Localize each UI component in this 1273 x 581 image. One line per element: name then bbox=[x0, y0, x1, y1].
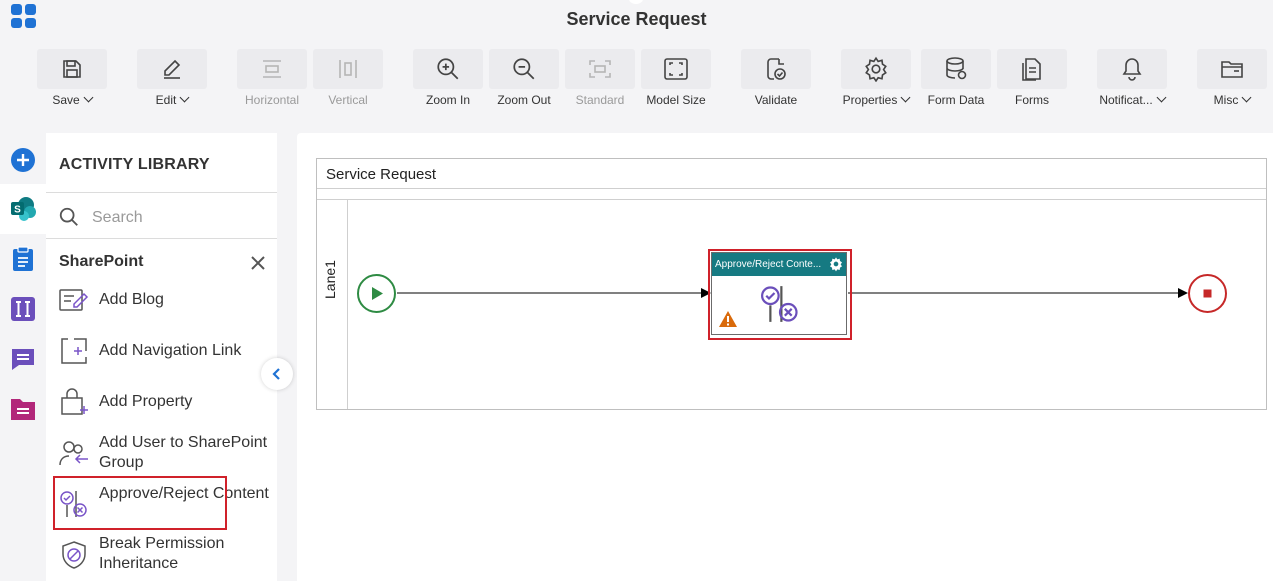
start-event[interactable] bbox=[356, 273, 397, 314]
stop-icon bbox=[1203, 289, 1212, 298]
end-event[interactable] bbox=[1187, 273, 1228, 314]
flow-connectors bbox=[397, 288, 1188, 298]
highlight-box bbox=[708, 249, 852, 340]
